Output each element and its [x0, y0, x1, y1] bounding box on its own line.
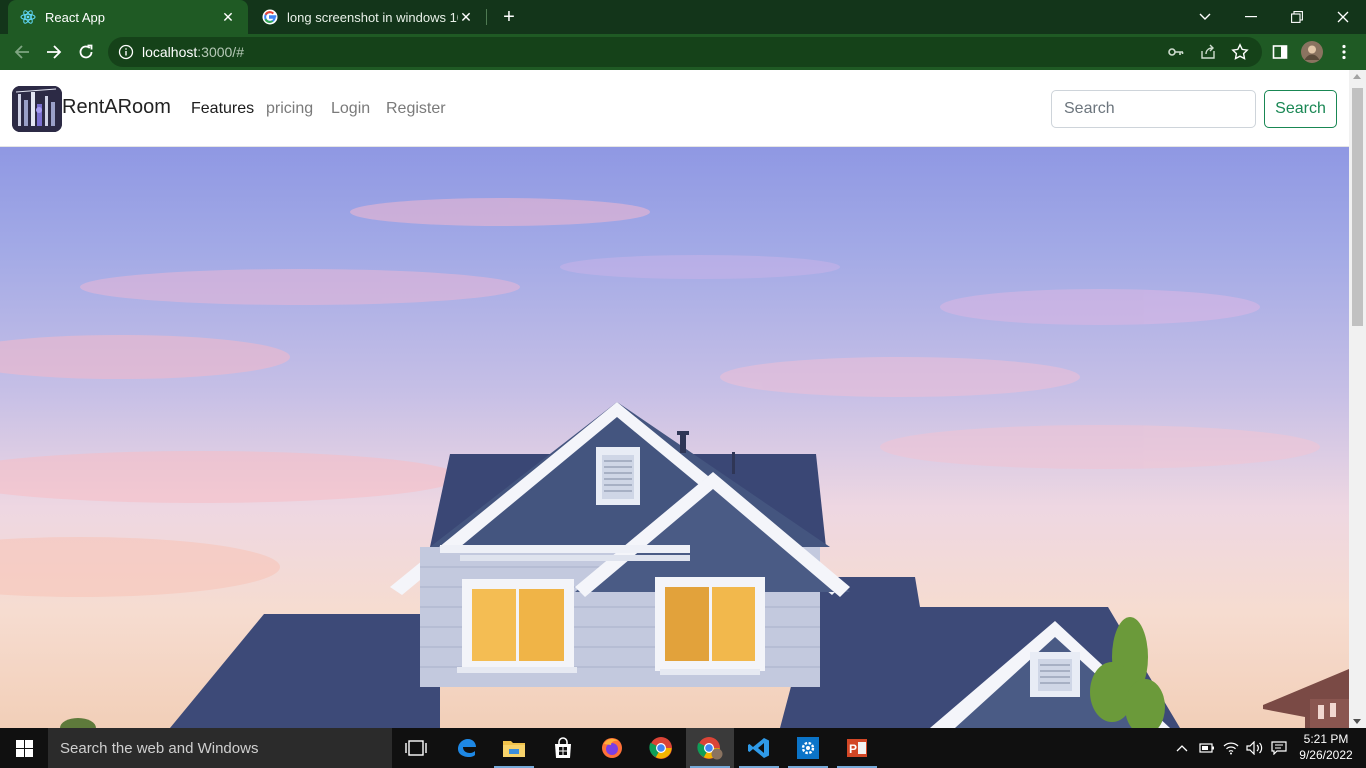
wifi-icon[interactable] — [1220, 728, 1242, 768]
battery-icon[interactable] — [1196, 728, 1218, 768]
google-icon — [262, 9, 278, 25]
store-icon[interactable] — [539, 728, 587, 768]
volume-icon[interactable] — [1244, 728, 1266, 768]
side-panel-icon[interactable] — [1268, 40, 1292, 64]
search-button[interactable]: Search — [1264, 90, 1337, 128]
site-navbar: RentARoom Features pricing Login Registe… — [0, 70, 1349, 147]
close-window-icon[interactable] — [1320, 0, 1366, 34]
action-center-icon[interactable] — [1268, 728, 1290, 768]
scrollbar-thumb[interactable] — [1352, 88, 1363, 326]
nav-link-register[interactable]: Register — [386, 100, 446, 118]
file-explorer-icon[interactable] — [490, 728, 538, 768]
taskbar-clock[interactable]: 5:21 PM 9/26/2022 — [1290, 731, 1362, 763]
back-icon[interactable] — [10, 40, 34, 64]
scroll-down-icon[interactable] — [1353, 719, 1361, 724]
react-icon — [20, 9, 36, 25]
clock-time: 5:21 PM — [1303, 732, 1349, 746]
task-view-icon[interactable] — [392, 728, 440, 768]
search-input[interactable] — [1051, 90, 1256, 128]
chrome-profile-icon[interactable] — [686, 728, 734, 768]
brand-logo-icon[interactable] — [12, 86, 62, 132]
minimize-icon[interactable] — [1228, 0, 1274, 34]
show-hidden-icons-icon[interactable] — [1172, 728, 1192, 768]
reload-icon[interactable] — [74, 40, 98, 64]
forward-icon[interactable] — [42, 40, 66, 64]
bookmark-star-icon[interactable] — [1231, 43, 1249, 61]
powerpoint-icon[interactable]: P — [833, 728, 881, 768]
hero-house-image — [0, 147, 1349, 728]
address-path: :3000/# — [197, 44, 244, 60]
windows-taskbar: Search the web and Windows P 5:21 PM 9/2… — [0, 728, 1366, 768]
scroll-up-icon[interactable] — [1353, 74, 1361, 79]
tab-label: React App — [45, 9, 105, 25]
nav-link-login[interactable]: Login — [331, 100, 370, 118]
close-tab-icon[interactable]: ✕ — [220, 9, 236, 25]
browser-menu-icon[interactable] — [1332, 40, 1356, 64]
taskbar-search-placeholder: Search the web and Windows — [60, 740, 259, 757]
key-icon[interactable] — [1167, 43, 1185, 61]
address-text: localhost:3000/# — [142, 44, 244, 60]
tab-google-search[interactable]: long screenshot in windows 10 - ✕ — [250, 0, 486, 34]
tab-label: long screenshot in windows 10 - — [287, 9, 458, 25]
new-tab-icon[interactable]: + — [498, 6, 520, 28]
edge-icon[interactable] — [442, 728, 490, 768]
windows-start-icon[interactable] — [0, 728, 48, 768]
nav-link-features[interactable]: Features — [191, 100, 254, 118]
firefox-icon[interactable] — [588, 728, 636, 768]
brand-name[interactable]: RentARoom — [62, 96, 171, 119]
tab-separator — [486, 9, 487, 25]
browser-toolbar: localhost:3000/# — [0, 34, 1366, 70]
tab-search-icon[interactable] — [1182, 0, 1228, 34]
close-tab-icon[interactable]: ✕ — [458, 9, 474, 25]
nav-link-pricing[interactable]: pricing — [266, 100, 313, 118]
page-scrollbar[interactable] — [1349, 70, 1366, 728]
site-info-icon[interactable] — [118, 44, 134, 60]
tab-react-app[interactable]: React App ✕ — [8, 0, 248, 34]
taskbar-search-box[interactable]: Search the web and Windows — [48, 728, 392, 768]
address-host: localhost — [142, 44, 198, 60]
page-viewport: RentARoom Features pricing Login Registe… — [0, 70, 1349, 728]
restore-icon[interactable] — [1274, 0, 1320, 34]
address-bar[interactable]: localhost:3000/# — [108, 37, 1262, 67]
share-icon[interactable] — [1199, 43, 1217, 61]
settings-icon[interactable] — [784, 728, 832, 768]
chrome-icon[interactable] — [637, 728, 685, 768]
clock-date: 9/26/2022 — [1299, 748, 1353, 762]
svg-text:P: P — [849, 742, 857, 756]
profile-avatar[interactable] — [1300, 40, 1324, 64]
vscode-icon[interactable] — [735, 728, 783, 768]
browser-titlebar: React App ✕ long screenshot in windows 1… — [0, 0, 1366, 34]
